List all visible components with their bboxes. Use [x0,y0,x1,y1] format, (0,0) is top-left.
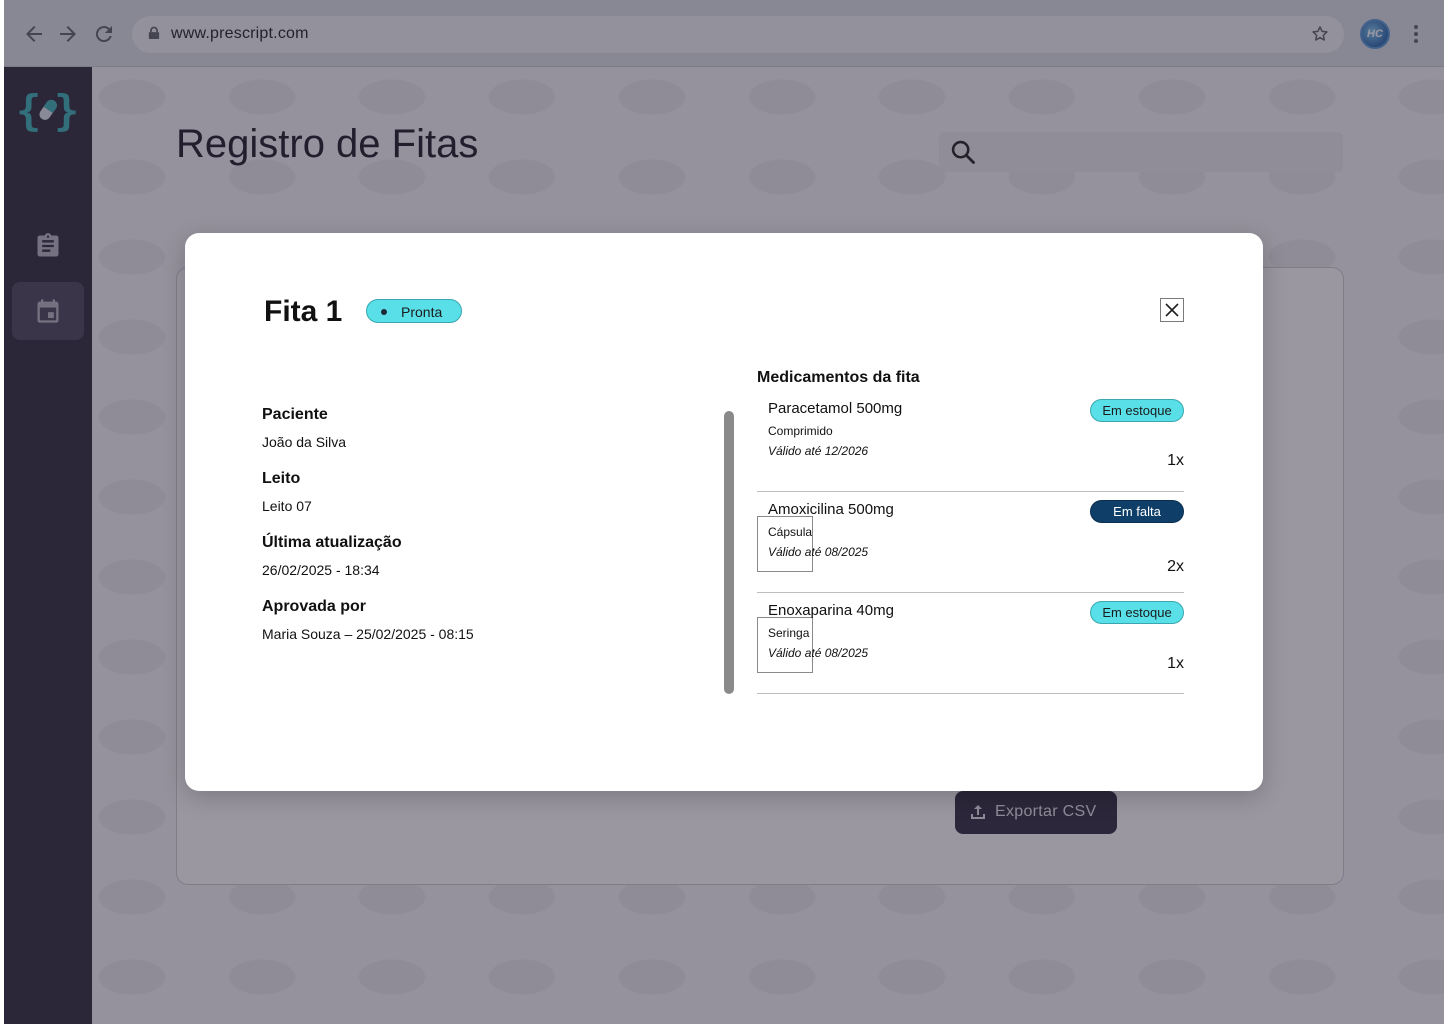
med-list-item: Amoxicilina 500mg Cápsula Válido até 08/… [757,492,1184,593]
approved-by-label: Aprovada por [262,598,367,615]
browser-window: www.prescript.com HC { } Registro de Fit… [4,0,1444,1024]
close-icon [1165,303,1179,317]
med-name: Enoxaparina 40mg [768,602,894,619]
med-validity: Válido até 08/2025 [768,545,869,559]
med-form: Cápsula [768,525,813,539]
stock-status-badge: Em falta [1090,500,1184,523]
med-quantity: 2x [1167,558,1184,575]
last-update-label: Última atualização [262,534,402,551]
patient-label: Paciente [262,406,328,423]
med-quantity: 1x [1167,452,1184,469]
bed-value: Leito 07 [262,498,312,514]
med-form: Seringa [768,626,810,640]
med-quantity: 1x [1167,655,1184,672]
stock-status-badge: Em estoque [1090,399,1184,422]
med-validity: Válido até 08/2025 [768,646,869,660]
close-button[interactable] [1160,298,1184,322]
med-list-item: Enoxaparina 40mg Seringa Válido até 08/2… [757,593,1184,694]
med-form: Comprimido [768,424,833,438]
med-name: Paracetamol 500mg [768,400,903,417]
meds-section-title: Medicamentos da fita [757,369,920,386]
status-label: Pronta [401,304,443,320]
med-list-item: Paracetamol 500mg Comprimido Válido até … [757,391,1184,492]
last-update-value: 26/02/2025 - 18:34 [262,562,380,578]
stock-status-badge: Em estoque [1090,601,1184,624]
fita-detail-modal: Fita 1 Pronta Paciente João da Silva Lei… [185,233,1263,791]
bed-label: Leito [262,470,301,487]
patient-value: João da Silva [262,434,347,450]
status-dot-icon [381,309,387,315]
modal-title: Fita 1 [264,295,343,328]
med-validity: Válido até 12/2026 [768,444,869,458]
meds-scrollbar[interactable] [724,411,734,694]
approved-by-value: Maria Souza – 25/02/2025 - 08:15 [262,626,474,642]
med-name: Amoxicilina 500mg [768,501,894,518]
status-badge: Pronta [366,299,462,323]
